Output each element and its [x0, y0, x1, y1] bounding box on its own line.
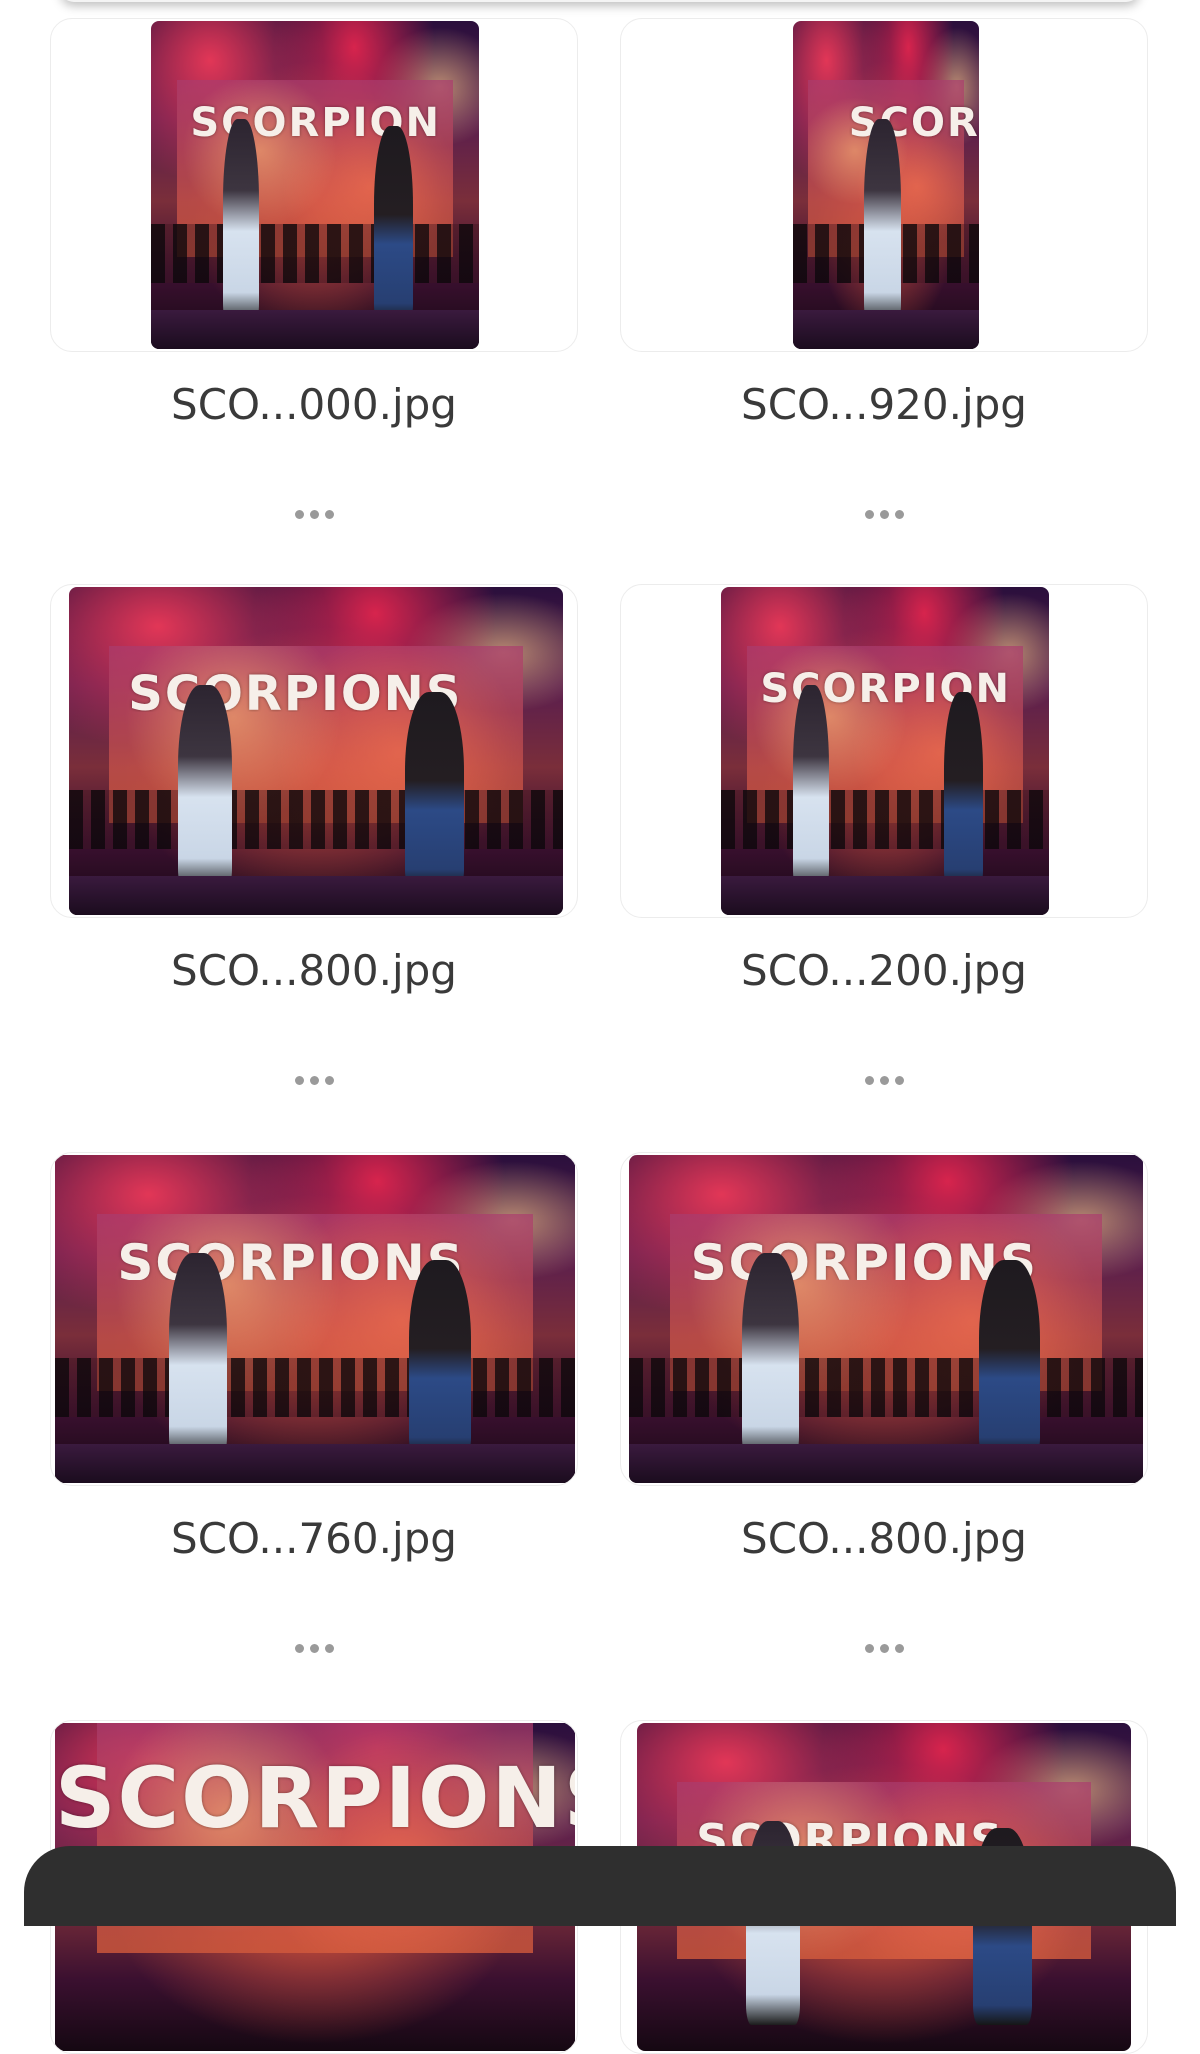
photo-guitarist [863, 119, 901, 323]
photo-band [721, 790, 1049, 850]
photo-guitarist [793, 685, 830, 889]
more-dot [309, 1643, 319, 1653]
more-options-button[interactable] [854, 496, 914, 532]
more-horizontal-icon [294, 1643, 304, 1653]
more-dot [879, 1643, 889, 1653]
photo-guitarist [169, 1253, 227, 1457]
file-name-label: SCO...760.jpg [171, 1514, 457, 1563]
more-horizontal-icon [864, 1075, 874, 1085]
photo-singer [404, 691, 465, 889]
more-options-button[interactable] [854, 1630, 914, 1666]
more-dot [324, 509, 334, 519]
more-horizontal-icon [864, 509, 874, 519]
more-horizontal-icon [864, 1643, 874, 1653]
photo-guitarist [177, 685, 232, 889]
concert-photo-thumbnail: SCORPIONS [151, 21, 479, 349]
thumbnail-frame[interactable]: SCORPIONS [620, 18, 1148, 352]
more-dot [309, 1075, 319, 1085]
photo-band [151, 224, 479, 284]
photo-stage-floor [793, 309, 979, 349]
more-horizontal-icon [294, 509, 304, 519]
photo-singer [944, 691, 984, 889]
concert-photo-thumbnail: SCORPIONS [629, 1155, 1143, 1483]
more-dot [894, 1075, 904, 1085]
photo-guitarist [223, 119, 260, 323]
more-dot [324, 1643, 334, 1653]
thumbnail-frame[interactable]: SCORPIONS [620, 1152, 1148, 1486]
more-dot [894, 509, 904, 519]
file-name-label: SCO...000.jpg [171, 380, 457, 429]
thumbnail-frame[interactable]: SCORPIONS [620, 584, 1148, 918]
more-dot [324, 1075, 334, 1085]
more-horizontal-icon [294, 1075, 304, 1085]
more-options-button[interactable] [284, 1062, 344, 1098]
concert-photo-thumbnail: SCORPIONS [721, 587, 1049, 915]
photo-band [55, 1358, 575, 1418]
photo-stage-floor [151, 309, 479, 349]
more-options-button[interactable] [284, 1630, 344, 1666]
thumbnail-frame[interactable]: SCORPIONS [50, 18, 578, 352]
more-dot [309, 509, 319, 519]
file-name-label: SCO...800.jpg [171, 946, 457, 995]
concert-photo-thumbnail: SCORPIONS [69, 587, 563, 915]
file-name-label: SCO...920.jpg [741, 380, 1027, 429]
photo-singer [374, 125, 414, 323]
photo-stage-floor [629, 1443, 1143, 1483]
more-dot [879, 509, 889, 519]
photo-stage-floor [55, 1443, 575, 1483]
more-options-button[interactable] [854, 1062, 914, 1098]
photo-band [629, 1358, 1143, 1418]
concert-photo-thumbnail: SCORPIONS [55, 1155, 575, 1483]
thumbnail-frame[interactable]: SCORPIONS [50, 1152, 578, 1486]
photo-stage-floor [69, 875, 563, 915]
file-name-label: SCO...800.jpg [741, 1514, 1027, 1563]
photo-singer [408, 1259, 471, 1457]
concert-photo-thumbnail: SCORPIONS [793, 21, 979, 349]
file-grid: SCORPIONS SCO...000.jpg SCORPIONS SCO. [0, 0, 1200, 2054]
bottom-sheet[interactable] [24, 1846, 1176, 1926]
more-options-button[interactable] [284, 496, 344, 532]
photo-singer [978, 1259, 1041, 1457]
file-name-label: SCO...200.jpg [741, 946, 1027, 995]
more-dot [894, 1643, 904, 1653]
more-dot [879, 1075, 889, 1085]
photo-band [69, 790, 563, 850]
photo-stage-floor [721, 875, 1049, 915]
thumbnail-frame[interactable]: SCORPIONS [50, 584, 578, 918]
photo-guitarist [742, 1253, 799, 1457]
